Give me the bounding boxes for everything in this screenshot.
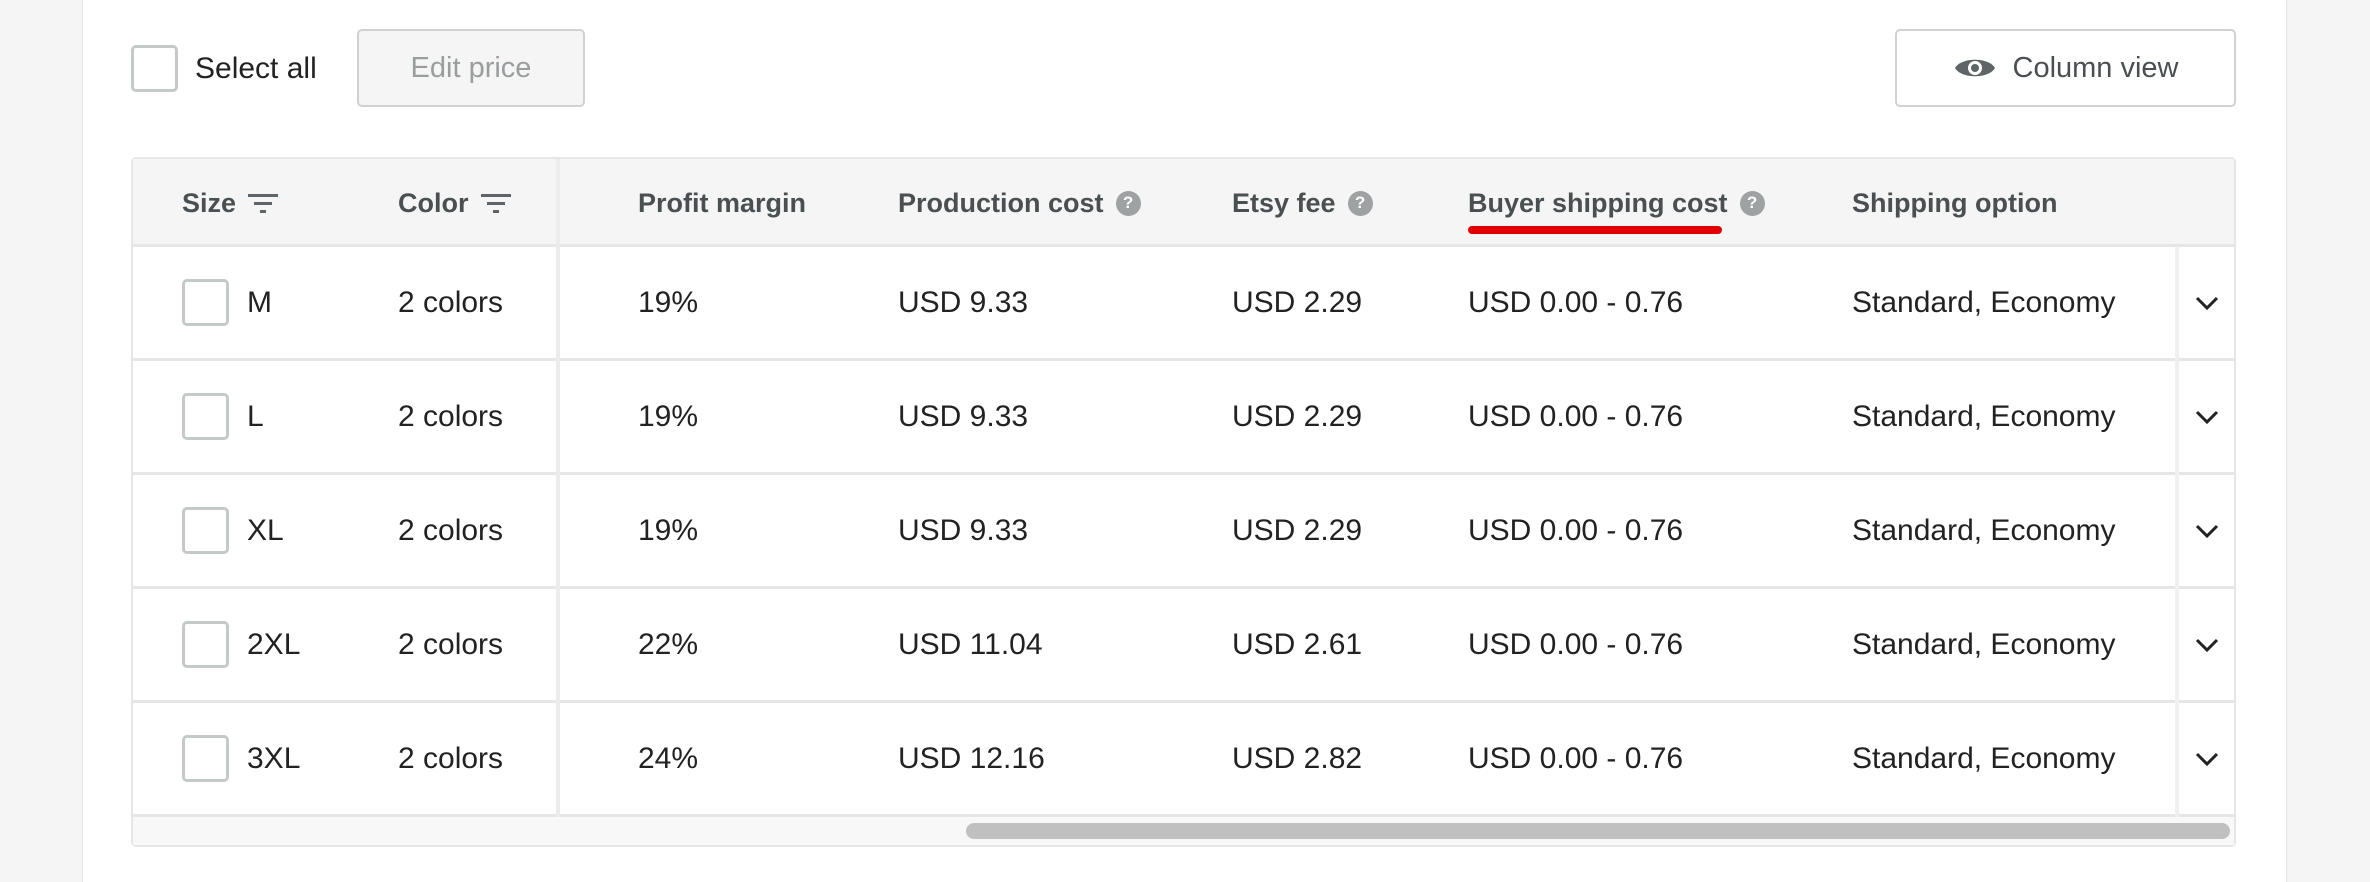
cell-color: 2 colors [398, 741, 504, 775]
header-size-label: Size [182, 187, 237, 218]
cell-size: 2XL [247, 627, 301, 661]
eye-icon [1954, 59, 1995, 77]
cell-etsy: USD 2.82 [1232, 741, 1363, 775]
cell-buyer-shipping: USD 0.00 - 0.76 [1468, 513, 1684, 547]
filter-icon[interactable] [248, 191, 279, 215]
chevron-down-icon[interactable] [2191, 287, 2223, 319]
header-production-cost: Production cost? [898, 159, 1141, 247]
chevron-down-icon[interactable] [2191, 401, 2223, 433]
cell-buyer-shipping: USD 0.00 - 0.76 [1468, 399, 1684, 433]
column-view-label: Column view [2012, 51, 2179, 84]
row-checkbox[interactable] [182, 621, 229, 668]
cell-shipping-option: Standard, Economy [1852, 399, 2116, 433]
select-all-label[interactable]: Select all [195, 52, 317, 86]
header-production-label: Production cost [898, 187, 1104, 218]
header-color-label: Color [398, 187, 469, 218]
header-etsy-fee: Etsy fee? [1232, 159, 1373, 247]
cell-etsy: USD 2.29 [1232, 285, 1363, 319]
cell-shipping-option: Standard, Economy [1852, 627, 2116, 661]
column-view-button[interactable]: Column view [1895, 29, 2236, 107]
header-size[interactable]: Size [182, 159, 279, 247]
cell-etsy: USD 2.61 [1232, 627, 1363, 661]
cell-profit: 19% [638, 399, 699, 433]
cell-buyer-shipping: USD 0.00 - 0.76 [1468, 741, 1684, 775]
cell-production: USD 12.16 [898, 741, 1045, 775]
table-row: 3XL 2 colors 24% USD 12.16 USD 2.82 USD 0.00 … [133, 703, 2234, 817]
chevron-down-icon[interactable] [2191, 515, 2223, 547]
table-row: XL 2 colors 19% USD 9.33 USD 2.29 USD 0.00 - … [133, 475, 2234, 589]
red-underline-annotation [1468, 226, 1722, 234]
cell-shipping-option: Standard, Economy [1852, 285, 2116, 319]
help-icon[interactable]: ? [1739, 190, 1765, 216]
help-icon[interactable]: ? [1115, 190, 1141, 216]
cell-color: 2 colors [398, 399, 504, 433]
sticky-column-divider [2175, 247, 2179, 817]
cell-size: XL [247, 513, 284, 547]
cell-production: USD 9.33 [898, 399, 1029, 433]
header-etsy-label: Etsy fee [1232, 187, 1336, 218]
table-row: L 2 colors 19% USD 9.33 USD 2.29 USD 0.00 - 0… [133, 361, 2234, 475]
cell-profit: 19% [638, 285, 699, 319]
header-profit-label: Profit margin [638, 187, 807, 218]
cell-color: 2 colors [398, 513, 504, 547]
edit-price-button[interactable]: Edit price [357, 29, 585, 107]
header-buyer-shipping-label: Buyer shipping cost [1468, 187, 1728, 218]
cell-size: M [247, 285, 272, 319]
help-icon[interactable]: ? [1347, 190, 1373, 216]
chevron-down-icon[interactable] [2191, 743, 2223, 775]
cell-production: USD 9.33 [898, 285, 1029, 319]
select-all-checkbox[interactable] [131, 45, 178, 92]
header-shipping-option: Shipping option [1852, 159, 2057, 247]
row-checkbox[interactable] [182, 393, 229, 440]
cell-profit: 24% [638, 741, 699, 775]
header-color[interactable]: Color [398, 159, 511, 247]
cell-size: 3XL [247, 741, 301, 775]
frozen-column-divider [556, 159, 560, 817]
filter-icon[interactable] [480, 191, 511, 215]
cell-buyer-shipping: USD 0.00 - 0.76 [1468, 285, 1684, 319]
row-checkbox[interactable] [182, 735, 229, 782]
cell-shipping-option: Standard, Economy [1852, 741, 2116, 775]
variants-table: Size Color Profit margin Production cost… [131, 157, 2236, 847]
scrollbar-thumb[interactable] [966, 823, 2230, 839]
cell-profit: 19% [638, 513, 699, 547]
table-row: 2XL 2 colors 22% USD 11.04 USD 2.61 USD 0.00 … [133, 589, 2234, 703]
cell-shipping-option: Standard, Economy [1852, 513, 2116, 547]
cell-profit: 22% [638, 627, 699, 661]
cell-color: 2 colors [398, 627, 504, 661]
row-checkbox[interactable] [182, 507, 229, 554]
cell-production: USD 9.33 [898, 513, 1029, 547]
chevron-down-icon[interactable] [2191, 629, 2223, 661]
table-row: M 2 colors 19% USD 9.33 USD 2.29 USD 0.00 - 0… [133, 247, 2234, 361]
cell-production: USD 11.04 [898, 627, 1043, 661]
cell-etsy: USD 2.29 [1232, 513, 1363, 547]
cell-color: 2 colors [398, 285, 504, 319]
row-checkbox[interactable] [182, 279, 229, 326]
cell-buyer-shipping: USD 0.00 - 0.76 [1468, 627, 1684, 661]
header-profit-margin: Profit margin [638, 159, 806, 247]
table-header: Size Color Profit margin Production cost… [133, 159, 2234, 247]
cell-etsy: USD 2.29 [1232, 399, 1363, 433]
horizontal-scrollbar[interactable] [133, 817, 2234, 845]
header-shipping-option-label: Shipping option [1852, 187, 2058, 218]
cell-size: L [247, 399, 264, 433]
